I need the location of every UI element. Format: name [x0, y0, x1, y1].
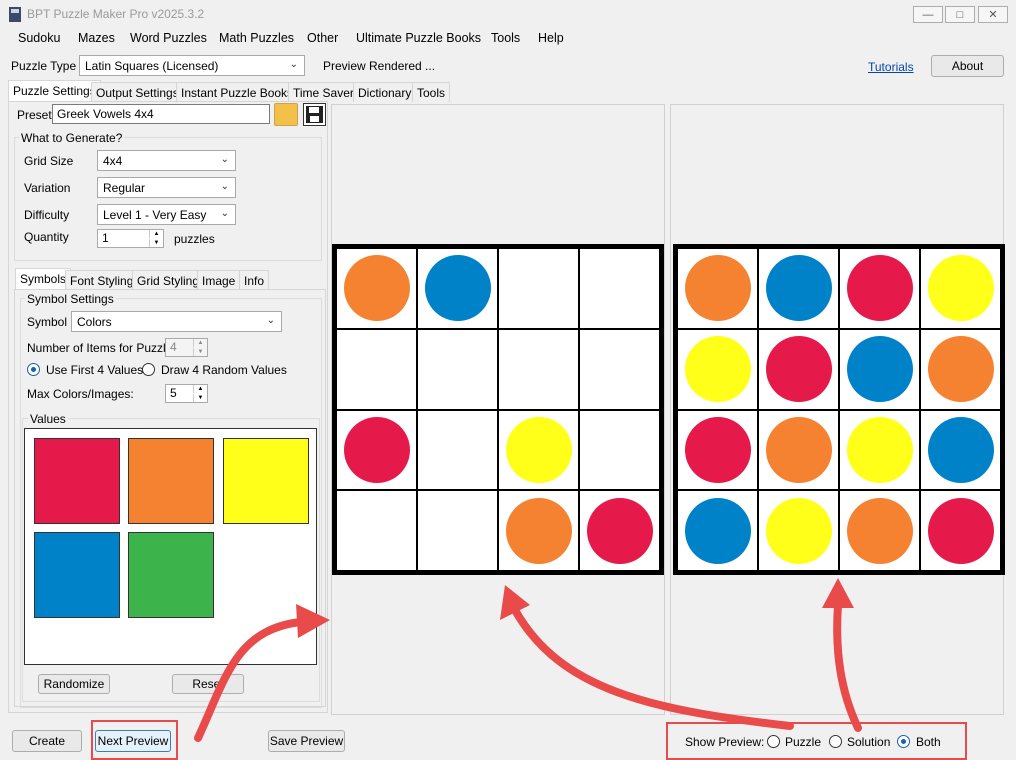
- arrow-to-puzzle-grid: [511, 606, 794, 730]
- arrowhead-solution-grid: [822, 578, 854, 608]
- arrow-to-puzzle-preview: [194, 618, 304, 742]
- arrow-to-solution-grid: [833, 601, 862, 732]
- arrowhead-puzzle-preview: [296, 604, 330, 638]
- annotation-arrows: [194, 578, 862, 742]
